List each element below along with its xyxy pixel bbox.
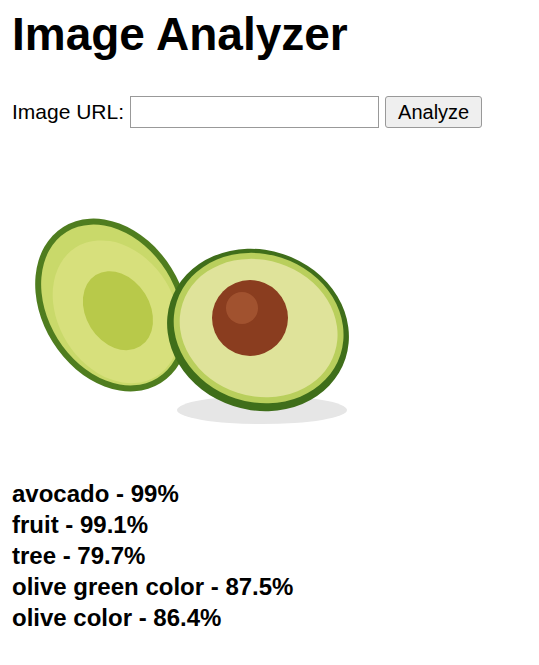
result-item: avocado - 99% <box>12 478 539 509</box>
page-title: Image Analyzer <box>12 6 539 62</box>
analyzed-image <box>12 148 382 470</box>
result-item: tree - 79.7% <box>12 540 539 571</box>
url-row: Image URL: Analyze <box>12 96 539 128</box>
result-item: fruit - 99.1% <box>12 509 539 540</box>
results-list: avocado - 99%fruit - 99.1%tree - 79.7%ol… <box>12 478 539 633</box>
image-analyzer-page: Image Analyzer Image URL: Analyze avocado -… <box>0 0 539 665</box>
result-item: olive green color - 87.5% <box>12 571 539 602</box>
result-item: olive color - 86.4% <box>12 602 539 633</box>
avocado-photo-icon <box>12 148 382 470</box>
url-label: Image URL: <box>12 96 124 128</box>
url-input[interactable] <box>130 96 379 128</box>
analyze-button[interactable]: Analyze <box>385 96 482 128</box>
